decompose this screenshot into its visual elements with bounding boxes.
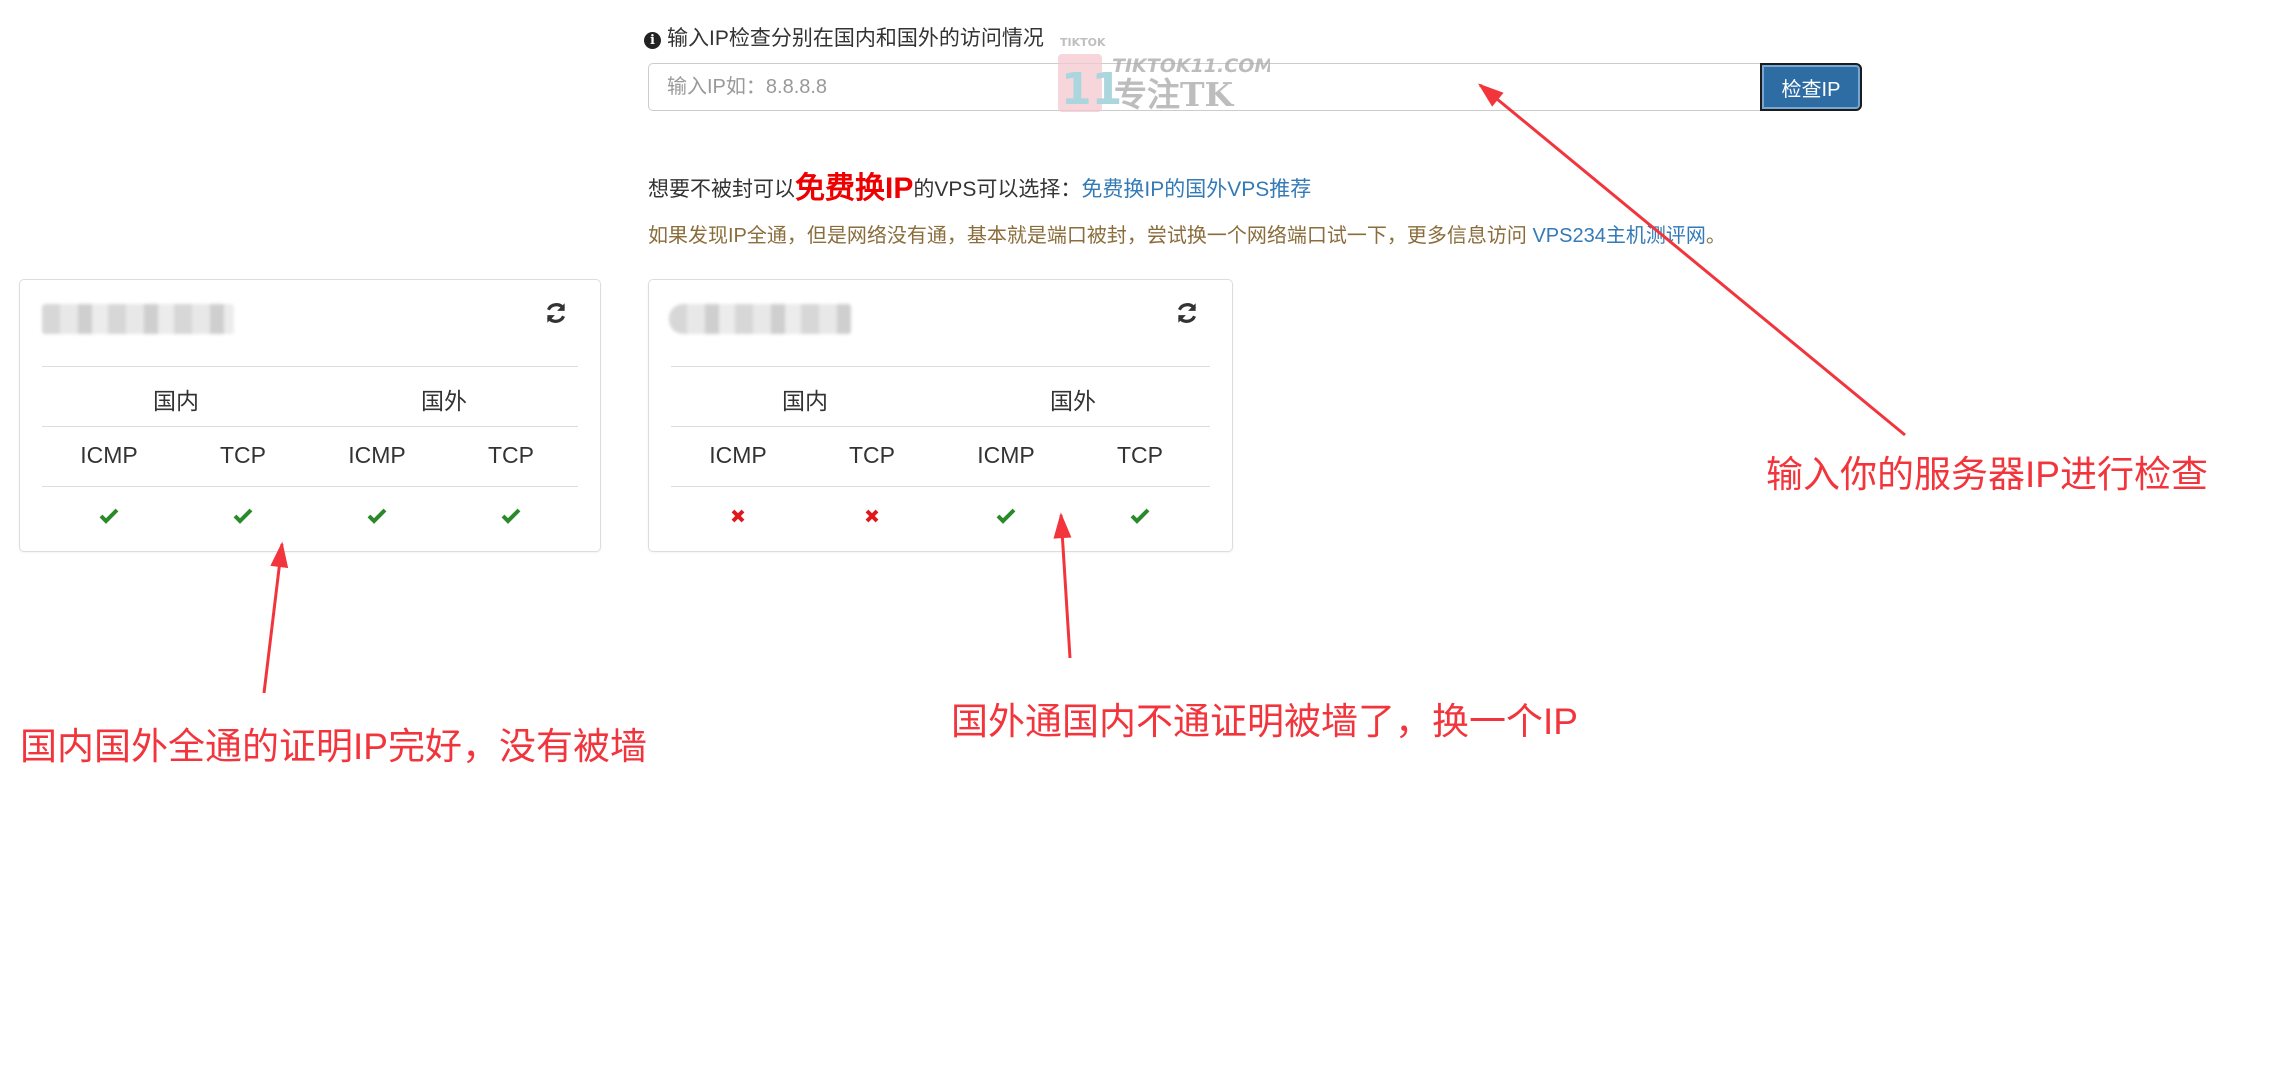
cross-icon [731,509,745,523]
host-name-blurred [669,304,851,334]
promo-prefix: 想要不被封可以 [648,178,795,201]
vps-recommend-link[interactable]: 免费换IP的国外VPS推荐 [1081,178,1311,201]
check-icon [99,508,119,524]
watermark-logo: TIKTOK 11 TIKTOK11.COM 专注TK [1050,30,1273,120]
annotation-input-hint: 输入你的服务器IP进行检查 [1766,454,2208,495]
promo-highlight: 免费换IP [795,172,914,205]
cross-icon [865,509,879,523]
watermark-graphic: TIKTOK 11 TIKTOK11.COM 专注TK [1058,36,1273,115]
group-foreign: 国外 [1050,388,1096,414]
vps234-link[interactable]: VPS234主机测评网 [1532,225,1705,247]
divider [42,486,578,487]
annotation-blocked: 国外通国内不通证明被墙了，换一个IP [951,701,1578,742]
promo-middle: 的VPS可以选择： [913,178,1082,201]
col-tcp-domestic: TCP [220,442,266,468]
col-tcp-foreign: TCP [1117,442,1163,468]
refresh-icon[interactable] [1174,300,1200,326]
divider [671,366,1210,367]
search-label: i 输入IP检查分别在国内和国外的访问情况 [644,22,1044,52]
divider [42,426,578,427]
col-icmp-domestic: ICMP [80,442,138,468]
info-icon: i [644,32,661,49]
host-name-blurred [42,304,234,334]
check-ip-button[interactable]: 检查IP [1760,63,1862,111]
check-icon [1130,508,1150,524]
group-foreign: 国外 [421,388,467,414]
watermark-line2: TIKTOK11.COM [1112,55,1270,77]
divider [42,366,578,367]
search-label-text: 输入IP检查分别在国内和国外的访问情况 [667,27,1044,50]
tip-text: 如果发现IP全通，但是网络没有通，基本就是端口被封，尝试换一个网络端口试一下，更… [648,225,1533,247]
arrow-to-card-1 [262,541,289,694]
tip-line: 如果发现IP全通，但是网络没有通，基本就是端口被封，尝试换一个网络端口试一下，更… [648,219,1726,248]
arrow-to-input [1478,83,1906,437]
divider [671,486,1210,487]
annotation-all-ok: 国内国外全通的证明IP完好，没有被墙 [20,726,647,767]
col-icmp-foreign: ICMP [977,442,1035,468]
refresh-icon[interactable] [543,300,569,326]
promo-line: 想要不被封可以免费换IP的VPS可以选择：免费换IP的国外VPS推荐 [648,163,1311,207]
group-domestic: 国内 [153,388,199,414]
check-icon [233,508,253,524]
col-icmp-foreign: ICMP [348,442,406,468]
watermark-line1: TIKTOK [1060,36,1106,49]
check-icon [367,508,387,524]
col-tcp-foreign: TCP [488,442,534,468]
col-icmp-domestic: ICMP [709,442,767,468]
group-domestic: 国内 [782,388,828,414]
watermark-line3: 专注TK [1114,75,1235,114]
result-card-1: 国内 国外 ICMP TCP ICMP TCP [19,279,601,552]
col-tcp-domestic: TCP [849,442,895,468]
divider [671,426,1210,427]
tip-suffix: 。 [1705,225,1726,247]
check-icon [501,508,521,524]
check-icon [996,508,1016,524]
result-card-2: 国内 国外 ICMP TCP ICMP TCP [648,279,1233,552]
